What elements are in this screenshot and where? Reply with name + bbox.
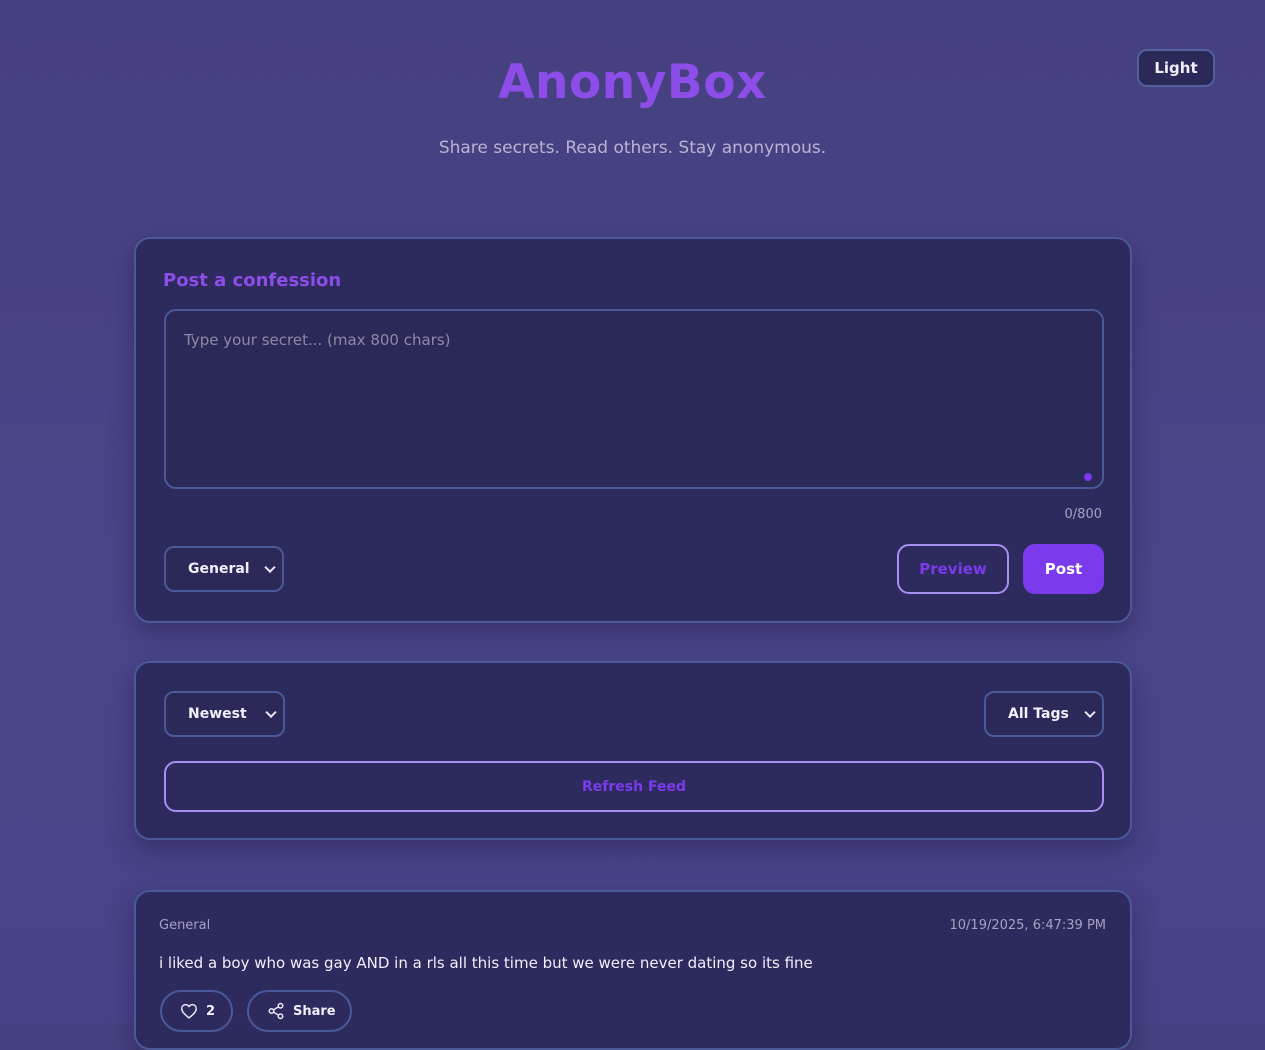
confession-timestamp: 10/19/2025, 6:47:39 PM [949, 918, 1107, 933]
confession-text: i liked a boy who was gay AND in a rls a… [159, 954, 813, 972]
share-icon [267, 1002, 285, 1020]
refresh-feed-button[interactable]: Refresh Feed [164, 761, 1104, 812]
confession-tag: General [159, 918, 211, 933]
feed-controls-card: Newest All Tags Refresh Feed [134, 661, 1132, 840]
app-title: AnonyBox [498, 55, 767, 110]
chevron-down-icon [265, 706, 277, 719]
chevron-down-icon [1084, 706, 1096, 719]
confession-card: General 10/19/2025, 6:47:39 PM i liked a… [134, 890, 1132, 1050]
heart-icon [180, 1003, 198, 1019]
tag-filter-value: All Tags [1008, 706, 1069, 722]
category-select-value: General [188, 561, 250, 577]
char-counter: 0/800 [1064, 507, 1102, 522]
tag-filter-select[interactable]: All Tags [984, 691, 1104, 737]
post-button[interactable]: Post [1023, 544, 1104, 594]
like-count: 2 [206, 1003, 216, 1019]
category-select[interactable]: General [164, 546, 284, 592]
preview-button[interactable]: Preview [897, 544, 1009, 594]
resize-handle-icon[interactable] [1084, 473, 1092, 481]
share-button[interactable]: Share [247, 990, 352, 1032]
sort-select[interactable]: Newest [164, 691, 285, 737]
app-subtitle: Share secrets. Read others. Stay anonymo… [438, 138, 827, 158]
compose-card: Post a confession 0/800 General Preview … [134, 237, 1132, 623]
like-button[interactable]: 2 [160, 990, 233, 1032]
compose-heading: Post a confession [163, 270, 342, 291]
sort-select-value: Newest [188, 706, 247, 722]
chevron-down-icon [264, 561, 276, 574]
share-label: Share [293, 1003, 336, 1019]
confession-input[interactable] [164, 309, 1104, 489]
